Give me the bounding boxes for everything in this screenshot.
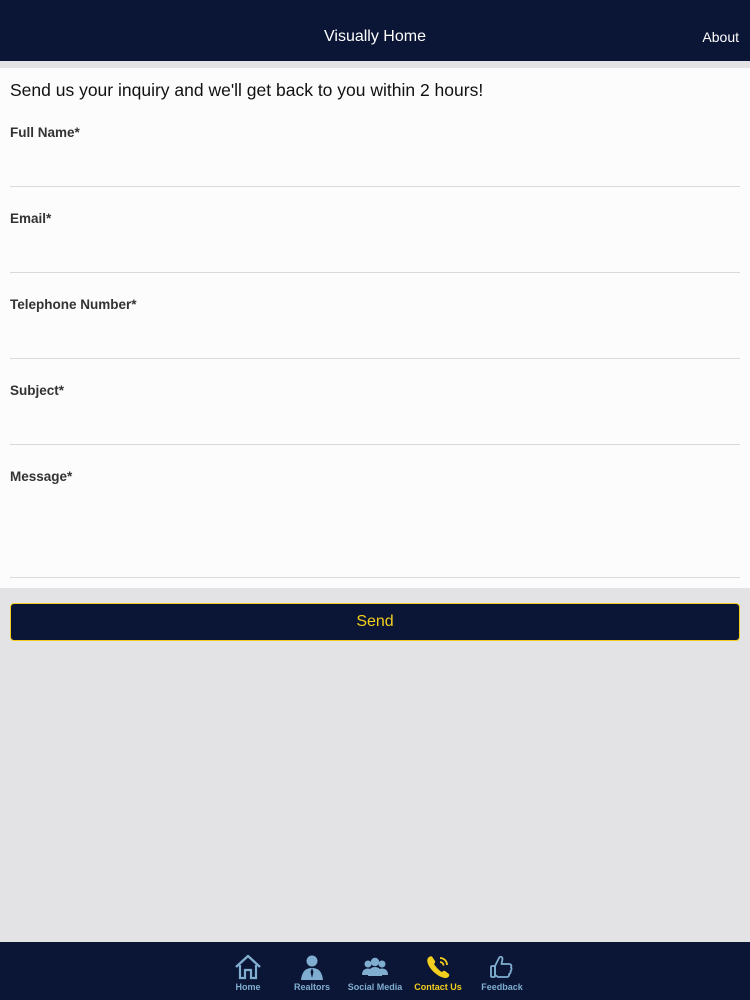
telephone-underline (10, 358, 740, 359)
message-label: Message* (10, 469, 73, 484)
contact-form: Send us your inquiry and we'll get back … (0, 68, 750, 588)
telephone-label: Telephone Number* (10, 297, 137, 312)
top-navbar: Visually Home About (0, 0, 750, 61)
message-input[interactable] (10, 489, 740, 559)
full-name-field: Full Name* (10, 125, 740, 187)
phone-icon (427, 956, 450, 978)
message-underline (10, 577, 740, 578)
tab-feedback[interactable]: Feedback (470, 942, 534, 1000)
home-icon (235, 954, 261, 980)
full-name-underline (10, 186, 740, 187)
form-intro-text: Send us your inquiry and we'll get back … (10, 80, 484, 100)
subject-underline (10, 444, 740, 445)
email-label: Email* (10, 211, 52, 226)
subject-label: Subject* (10, 383, 65, 398)
thumbs-up-icon (490, 955, 513, 978)
telephone-input[interactable] (10, 317, 740, 347)
group-icon (362, 957, 388, 976)
app-screen: Visually Home About Send us your inquiry… (0, 0, 750, 1000)
subject-input[interactable] (10, 403, 740, 433)
full-name-label: Full Name* (10, 125, 80, 140)
bottom-tab-bar: Home Realtors Social Media Contact Us Fe… (0, 942, 750, 1000)
full-name-input[interactable] (10, 145, 740, 175)
telephone-field: Telephone Number* (10, 297, 740, 359)
email-input[interactable] (10, 231, 740, 261)
page-title: Visually Home (324, 28, 426, 45)
email-field: Email* (10, 211, 740, 273)
email-underline (10, 272, 740, 273)
tab-feedback-label: Feedback (481, 982, 523, 992)
send-button[interactable]: Send (10, 603, 740, 641)
about-button[interactable]: About (702, 29, 739, 45)
message-field: Message* (10, 469, 740, 579)
subject-field: Subject* (10, 383, 740, 445)
person-icon (301, 955, 323, 980)
